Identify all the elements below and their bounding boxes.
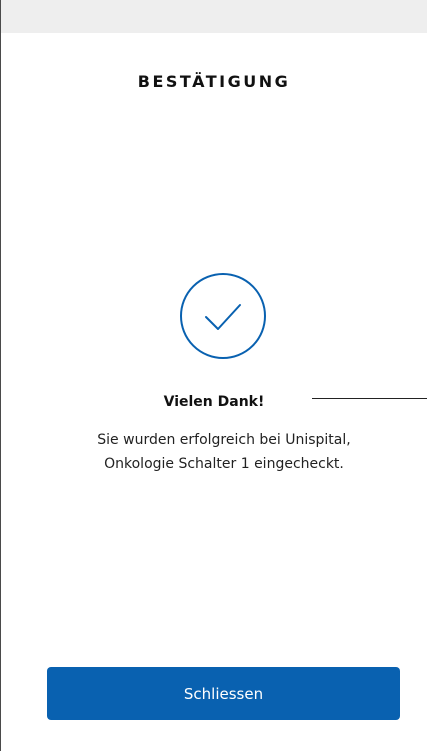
page-title: BESTÄTIGUNG bbox=[137, 72, 291, 91]
confirmation-heading: Vielen Dank! bbox=[163, 394, 265, 410]
top-bar bbox=[1, 0, 427, 33]
checkmark-circle-icon bbox=[179, 272, 267, 360]
confirmation-screen: BESTÄTIGUNG Vielen Dank! Sie wurden erfo… bbox=[0, 0, 427, 751]
confirmation-message: Sie wurden erfolgreich bei Unispital, On… bbox=[31, 428, 417, 476]
message-line-1: Sie wurden erfolgreich bei Unispital, bbox=[97, 432, 351, 448]
message-line-2: Onkologie Schalter 1 eingecheckt. bbox=[104, 456, 344, 472]
close-button[interactable]: Schliessen bbox=[47, 667, 400, 720]
divider-line bbox=[312, 398, 427, 399]
